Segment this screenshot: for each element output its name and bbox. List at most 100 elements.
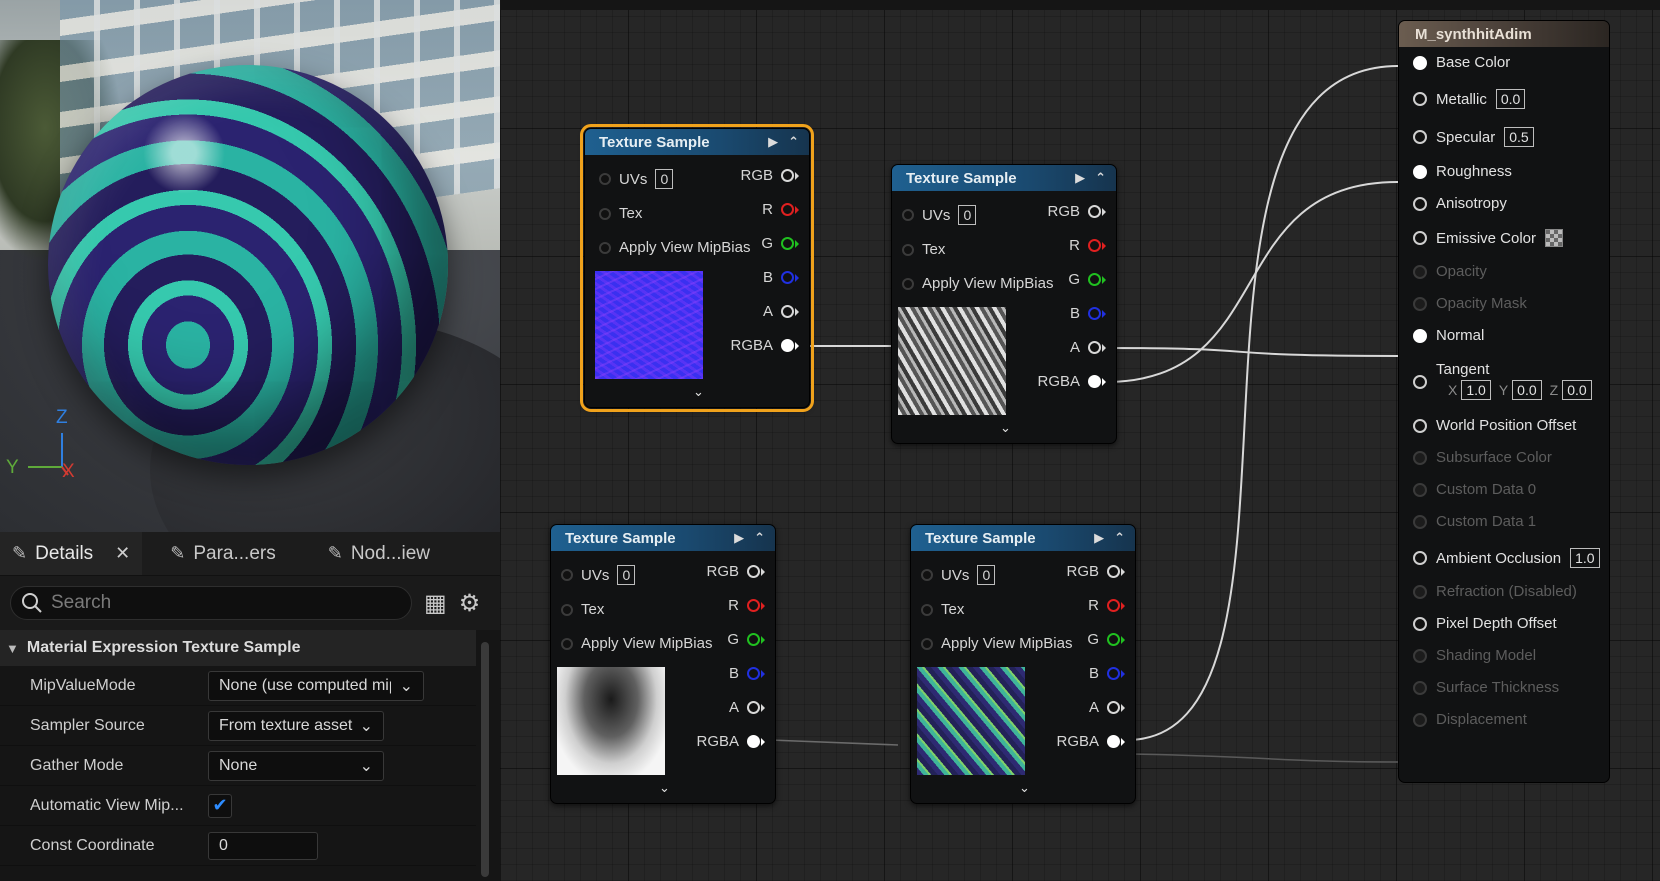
base-color-pin[interactable]: Base Color [1413,54,1510,71]
pin-label: G [761,235,773,252]
rgb-output-pin[interactable]: RGB [1066,563,1125,580]
tangent-z-field[interactable]: 0.0 [1562,380,1592,400]
const-coordinate-input[interactable]: 0 [208,831,318,860]
tangent-y-field[interactable]: 0.0 [1512,380,1542,400]
uvs-input-pin[interactable]: UVs 0 [561,565,636,585]
anisotropy-pin[interactable]: Anisotropy [1413,195,1507,212]
preview-toggle-icon[interactable]: ▶ [1094,530,1104,546]
rgb-output-pin[interactable]: RGB [740,167,799,184]
tab-parameters[interactable]: ✎ Para...ers [158,532,287,575]
preview-toggle-icon[interactable]: ▶ [734,530,744,546]
pin-label: Anisotropy [1436,195,1507,212]
uvs-value-field[interactable]: 0 [958,205,977,225]
rgba-output-pin[interactable]: RGBA [730,337,799,354]
category-header[interactable]: ▼ Material Expression Texture Sample [0,630,476,666]
g-output-pin[interactable]: G [1087,631,1125,648]
uvs-input-pin[interactable]: UVs 0 [902,205,977,225]
mipbias-input-pin[interactable]: Apply View MipBias [921,635,1072,652]
ambient-occlusion-pin[interactable]: Ambient Occlusion 1.0 [1413,548,1600,568]
specular-value-field[interactable]: 0.5 [1504,127,1534,147]
collapse-icon[interactable]: ⌃ [1095,170,1106,186]
specular-pin[interactable]: Specular 0.5 [1413,127,1534,147]
a-output-pin[interactable]: A [763,303,799,320]
normal-pin[interactable]: Normal [1413,327,1484,344]
roughness-pin[interactable]: Roughness [1413,163,1512,180]
b-output-pin[interactable]: B [1089,665,1125,682]
b-output-pin[interactable]: B [763,269,799,286]
node-header[interactable]: Texture Sample ▶ ⌃ [892,165,1116,191]
world-position-offset-pin[interactable]: World Position Offset [1413,417,1576,434]
preview-toggle-icon[interactable]: ▶ [1075,170,1085,186]
search-box[interactable] [10,586,412,620]
search-input[interactable] [51,592,391,614]
texture-sample-node-4[interactable]: Texture Sample ▶ ⌃ UVs 0 Tex Apply View Mi… [910,524,1136,804]
tangent-pin[interactable]: Tangent X 1.0 Y 0.0 Z 0.0 [1413,361,1592,400]
tab-details[interactable]: ✎ Details ✕ [0,532,143,575]
r-output-pin[interactable]: R [1088,597,1125,614]
mipbias-input-pin[interactable]: Apply View MipBias [902,275,1053,292]
texture-sample-node-2[interactable]: Texture Sample ▶ ⌃ UVs 0 Tex Apply View Mi… [891,164,1117,444]
node-header[interactable]: Texture Sample ▶ ⌃ [911,525,1135,551]
r-output-pin[interactable]: R [762,201,799,218]
g-output-pin[interactable]: G [761,235,799,252]
node-header[interactable]: Texture Sample ▶ ⌃ [551,525,775,551]
rgba-output-pin[interactable]: RGBA [696,733,765,750]
mipbias-input-pin[interactable]: Apply View MipBias [561,635,712,652]
mipbias-input-pin[interactable]: Apply View MipBias [599,239,750,256]
metallic-value-field[interactable]: 0.0 [1495,89,1526,109]
uvs-input-pin[interactable]: UVs 0 [599,169,674,189]
rgb-output-pin[interactable]: RGB [1047,203,1106,220]
close-icon[interactable]: ✕ [115,543,130,564]
gather-mode-dropdown[interactable]: None ⌄ [208,750,384,781]
material-result-node[interactable]: M_synthhitAdim Base Color Metallic 0.0 Sp… [1398,20,1610,783]
g-output-pin[interactable]: G [1068,271,1106,288]
mip-value-mode-dropdown[interactable]: None (use computed mip ⌄ [208,670,424,701]
tex-input-pin[interactable]: Tex [902,241,945,258]
b-output-pin[interactable]: B [729,665,765,682]
texture-sample-node-1[interactable]: Texture Sample ▶ ⌃ UVs 0 Tex Apply View Mi… [580,124,814,412]
rgba-output-pin[interactable]: RGBA [1056,733,1125,750]
a-output-pin[interactable]: A [1089,699,1125,716]
tex-input-pin[interactable]: Tex [561,601,604,618]
expand-chevron-icon[interactable]: ⌄ [1000,420,1011,436]
collapse-icon[interactable]: ⌃ [1114,530,1125,546]
panel-tabs: ✎ Details ✕ ✎ Para...ers ✎ Nod...iew [0,532,500,576]
r-output-pin[interactable]: R [728,597,765,614]
node-header[interactable]: Texture Sample ▶ ⌃ [585,129,809,155]
b-output-pin[interactable]: B [1070,305,1106,322]
tex-input-pin[interactable]: Tex [599,205,642,222]
metallic-pin[interactable]: Metallic 0.0 [1413,89,1526,109]
table-view-icon[interactable]: ▦ [424,589,447,618]
ambient-occlusion-value-field[interactable]: 1.0 [1570,548,1600,568]
preview-toggle-icon[interactable]: ▶ [768,134,778,150]
details-scrollbar[interactable] [481,642,489,877]
uvs-value-field[interactable]: 0 [655,169,674,189]
a-output-pin[interactable]: A [729,699,765,716]
sampler-source-dropdown[interactable]: From texture asset ⌄ [208,710,384,741]
tangent-y-label: Y [1498,382,1509,398]
a-output-pin[interactable]: A [1070,339,1106,356]
collapse-icon[interactable]: ⌃ [754,530,765,546]
automatic-view-mip-checkbox[interactable]: ✔ [208,793,232,818]
uvs-value-field[interactable]: 0 [977,565,996,585]
uvs-input-pin[interactable]: UVs 0 [921,565,996,585]
r-output-pin[interactable]: R [1069,237,1106,254]
pixel-depth-offset-pin[interactable]: Pixel Depth Offset [1413,615,1557,632]
emissive-color-pin[interactable]: Emissive Color [1413,229,1564,247]
rgba-output-pin[interactable]: RGBA [1037,373,1106,390]
expand-chevron-icon[interactable]: ⌄ [659,780,670,796]
color-swatch[interactable] [1545,229,1564,247]
gear-icon[interactable]: ⚙ [459,589,481,618]
rgb-output-pin[interactable]: RGB [706,563,765,580]
collapse-icon[interactable]: ⌃ [788,134,799,150]
tangent-x-field[interactable]: 1.0 [1461,380,1491,400]
tex-input-pin[interactable]: Tex [921,601,964,618]
material-preview-viewport[interactable]: Z Y X [0,0,500,532]
g-output-pin[interactable]: G [727,631,765,648]
material-graph[interactable]: Texture Sample ▶ ⌃ UVs 0 Tex Apply View Mi… [500,0,1660,881]
texture-sample-node-3[interactable]: Texture Sample ▶ ⌃ UVs 0 Tex Apply View Mi… [550,524,776,804]
uvs-value-field[interactable]: 0 [617,565,636,585]
expand-chevron-icon[interactable]: ⌄ [693,384,704,400]
tab-node-preview[interactable]: ✎ Nod...iew [316,532,442,575]
expand-chevron-icon[interactable]: ⌄ [1019,780,1030,796]
